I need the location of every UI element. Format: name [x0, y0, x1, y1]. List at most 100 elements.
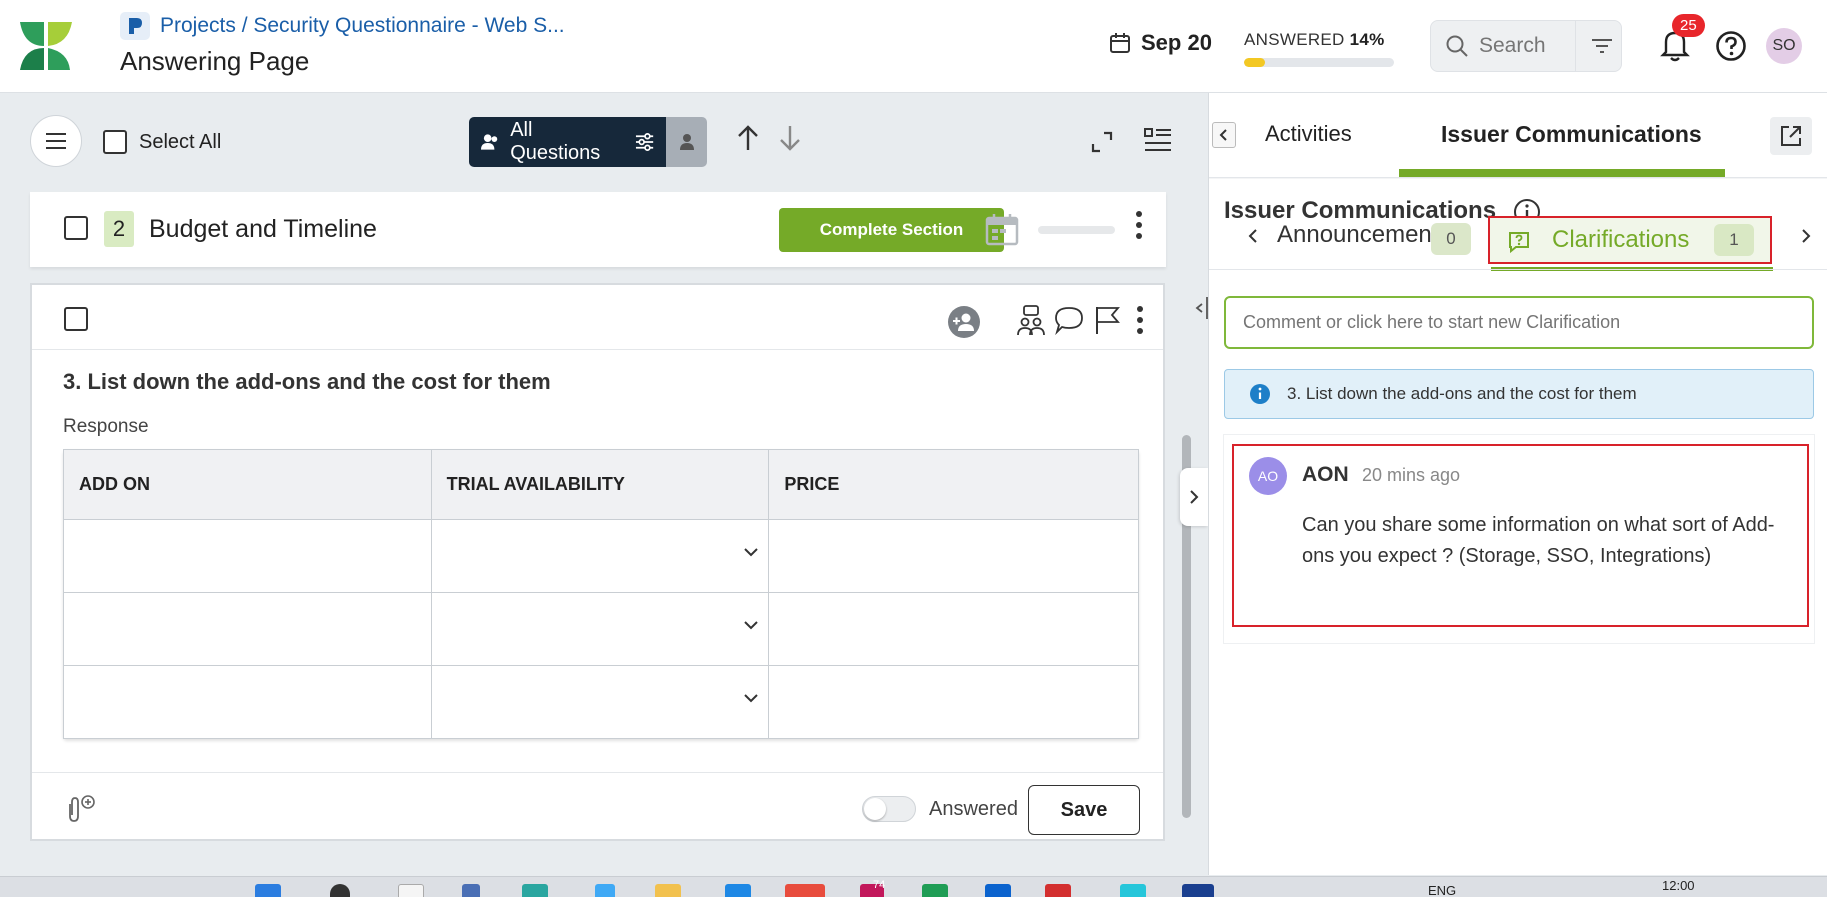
save-button[interactable]: Save	[1028, 785, 1140, 835]
complete-section-button[interactable]: Complete Section	[779, 208, 1004, 252]
filter-icon[interactable]	[1590, 36, 1614, 56]
arrow-up-icon[interactable]	[736, 124, 760, 152]
panel-back-button[interactable]	[1212, 122, 1236, 148]
user-avatar[interactable]: SO	[1766, 28, 1802, 64]
app-icon[interactable]	[922, 884, 948, 897]
trial-availability-dropdown[interactable]	[431, 592, 770, 666]
app-logo-icon[interactable]	[18, 18, 74, 74]
comment[interactable]: AO AON 20 mins ago Can you share some in…	[1232, 444, 1809, 627]
taskbar: 74 ENG 12:00	[0, 876, 1827, 897]
sliders-icon	[635, 133, 654, 151]
chevron-down-icon	[744, 621, 759, 630]
menu-button[interactable]	[30, 115, 82, 167]
tab-announcements-label: Announcements	[1277, 221, 1451, 248]
language-indicator[interactable]: ENG	[1428, 883, 1456, 897]
table-row	[63, 592, 1139, 666]
expand-icon[interactable]	[1090, 130, 1114, 154]
question-card: 3. List down the add-ons and the cost fo…	[30, 283, 1165, 841]
team-chat-icon[interactable]	[1016, 305, 1046, 337]
column-header: PRICE	[768, 449, 1139, 520]
search-input[interactable]	[1479, 34, 1569, 58]
divider	[32, 349, 1163, 350]
app-icon[interactable]	[985, 884, 1011, 897]
section-checkbox[interactable]	[64, 216, 88, 240]
price-cell[interactable]	[769, 666, 1139, 739]
answered-label-text: ANSWERED	[1244, 30, 1345, 49]
comment-time: 20 mins ago	[1362, 465, 1461, 485]
chevron-left-icon	[1219, 129, 1227, 141]
info-icon	[1250, 384, 1270, 404]
progress-bar	[1244, 58, 1394, 67]
tab-activities[interactable]: Activities	[1265, 121, 1352, 147]
select-all-checkbox[interactable]: Select All	[103, 130, 221, 154]
section-progress-bar	[1038, 226, 1115, 234]
trial-availability-dropdown[interactable]	[431, 519, 770, 593]
clarification-input[interactable]	[1224, 296, 1814, 349]
start-icon[interactable]	[255, 884, 281, 897]
chevron-right-icon	[1190, 490, 1199, 504]
search-icon[interactable]	[330, 884, 350, 897]
answered-percent: 14%	[1349, 30, 1385, 49]
announcements-count: 0	[1431, 223, 1471, 255]
collapse-panel-button[interactable]	[1180, 468, 1208, 526]
question-title: 3. List down the add-ons and the cost fo…	[63, 369, 551, 394]
add-on-cell[interactable]	[63, 519, 432, 593]
breadcrumb-link[interactable]: Projects / Security Questionnaire - Web …	[160, 14, 565, 38]
question-reference-text: 3. List down the add-ons and the cost fo…	[1287, 384, 1637, 403]
question-reference[interactable]: 3. List down the add-ons and the cost fo…	[1224, 369, 1814, 419]
tab-clarifications[interactable]: Clarifications 1	[1488, 216, 1772, 264]
search-box	[1430, 20, 1622, 72]
tab-announcements[interactable]: Announcements	[1277, 221, 1507, 249]
search-icon	[1446, 35, 1468, 57]
question-checkbox[interactable]	[64, 307, 88, 331]
panel-tabs: Activities Issuer Communications	[1209, 93, 1827, 178]
app-icon[interactable]	[725, 884, 751, 897]
my-questions-button[interactable]	[666, 117, 707, 167]
project-icon	[120, 12, 150, 40]
help-icon[interactable]	[1715, 30, 1747, 62]
price-cell[interactable]	[768, 592, 1139, 666]
due-date[interactable]: Sep 20	[1109, 30, 1212, 56]
assign-user-icon[interactable]	[947, 305, 981, 339]
all-questions-button[interactable]: All Questions	[469, 117, 666, 167]
section-title: Budget and Timeline	[149, 215, 377, 243]
more-vertical-icon[interactable]	[1134, 210, 1144, 240]
select-all-label: Select All	[139, 130, 222, 153]
comment-icon[interactable]	[1054, 305, 1084, 335]
checkbox[interactable]	[103, 130, 127, 154]
list-view-icon[interactable]	[1143, 126, 1173, 154]
app-icon[interactable]	[462, 884, 480, 897]
folder-icon[interactable]	[655, 884, 681, 897]
app-icon[interactable]	[398, 884, 424, 897]
app-icon[interactable]	[1182, 884, 1214, 897]
column-header: ADD ON	[63, 449, 432, 520]
section-number: 2	[104, 211, 134, 247]
search-divider	[1575, 20, 1576, 72]
price-cell[interactable]	[768, 519, 1139, 593]
tab-issuer-communications[interactable]: Issuer Communications	[1441, 121, 1702, 148]
comment-author: AON	[1302, 463, 1349, 486]
attachment-icon[interactable]	[62, 794, 96, 824]
app-icon[interactable]	[522, 884, 548, 897]
add-on-cell[interactable]	[63, 592, 432, 666]
app-icon[interactable]	[595, 884, 615, 897]
popout-button[interactable]	[1770, 117, 1812, 155]
add-on-cell[interactable]	[63, 665, 432, 739]
hamburger-icon	[46, 133, 66, 149]
more-vertical-icon[interactable]	[1135, 305, 1145, 335]
answered-toggle[interactable]	[862, 796, 916, 822]
app-icon[interactable]	[1045, 884, 1071, 897]
chevron-left-icon[interactable]	[1247, 227, 1259, 245]
tab-clarifications-label: Clarifications	[1552, 226, 1690, 253]
arrow-down-icon[interactable]	[778, 124, 802, 152]
trial-availability-dropdown[interactable]	[431, 665, 770, 739]
app-icon[interactable]	[1120, 884, 1146, 897]
question-filter[interactable]: All Questions	[469, 117, 707, 167]
page-title: Answering Page	[120, 46, 310, 76]
chevron-right-icon[interactable]	[1800, 227, 1812, 245]
avatar: AO	[1249, 457, 1287, 495]
flag-icon[interactable]	[1094, 305, 1120, 335]
calendar-icon[interactable]	[985, 212, 1019, 246]
browser-icon[interactable]	[785, 884, 825, 897]
clock[interactable]: 12:00	[1662, 878, 1695, 893]
